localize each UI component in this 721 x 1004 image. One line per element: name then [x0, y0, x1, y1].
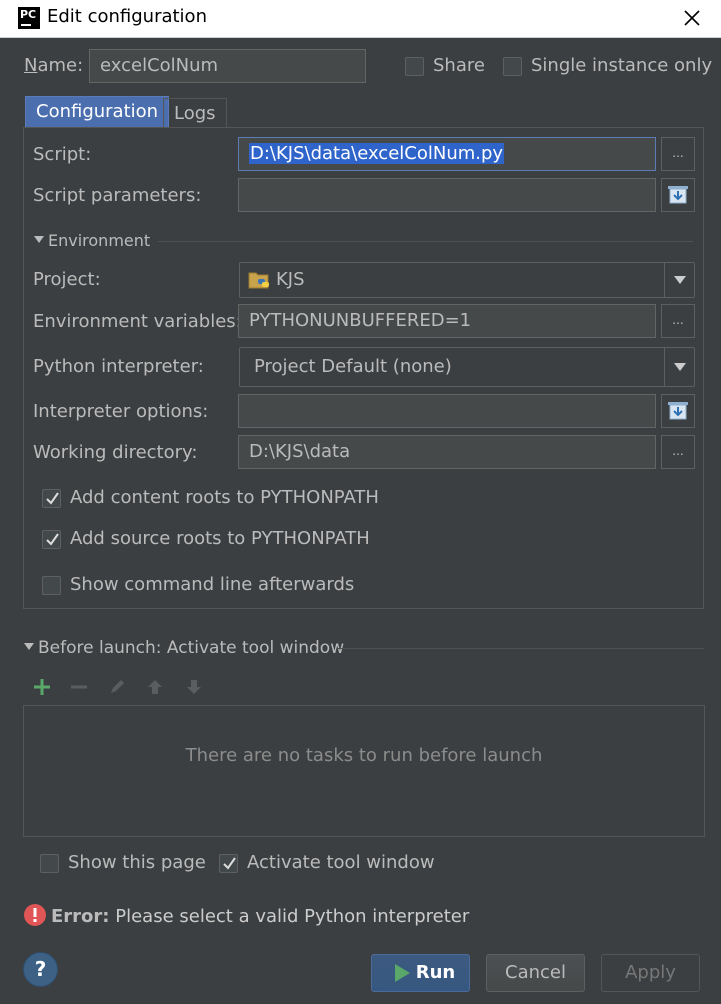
single-instance-checkbox[interactable]: [503, 57, 522, 76]
share-checkbox[interactable]: [405, 57, 424, 76]
python-folder-icon: [248, 272, 269, 289]
project-dropdown-arrow[interactable]: [664, 263, 694, 297]
environment-section-title: Environment: [48, 231, 151, 250]
add-task-icon[interactable]: [31, 676, 53, 698]
script-input[interactable]: D:\KJS\data\excelColNum.py: [238, 137, 656, 171]
project-value: KJS: [276, 269, 305, 290]
add-source-roots-label: Add source roots to PYTHONPATH: [70, 528, 370, 549]
add-content-roots-checkbox[interactable]: [42, 489, 61, 508]
script-label: Script:: [33, 144, 92, 165]
checkmark-icon: [46, 533, 59, 546]
interp-options-expand-button[interactable]: [661, 394, 695, 428]
run-play-icon: [395, 964, 410, 982]
move-up-icon: [144, 676, 166, 698]
share-label: Share: [433, 55, 485, 76]
add-source-roots-checkbox[interactable]: [42, 530, 61, 549]
env-vars-browse-button[interactable]: ...: [661, 304, 695, 338]
before-launch-title: Before launch: Activate tool window: [38, 638, 345, 658]
move-down-icon: [183, 676, 205, 698]
show-page-label: Show this page: [68, 852, 206, 873]
interp-options-label: Interpreter options:: [33, 401, 209, 422]
workdir-input[interactable]: D:\KJS\data: [238, 435, 656, 469]
window-title: Edit configuration: [47, 6, 207, 27]
empty-task-list-text: There are no tasks to run before launch: [185, 745, 543, 766]
workdir-label: Working directory:: [33, 442, 198, 463]
script-params-label: Script parameters:: [33, 185, 202, 206]
chevron-down-icon: [674, 276, 686, 284]
run-button[interactable]: Run: [371, 954, 470, 992]
before-launch-collapse-icon[interactable]: [24, 643, 34, 650]
show-cmdline-checkbox[interactable]: [42, 576, 61, 595]
name-label-rest: ame:: [37, 55, 84, 76]
error-icon: [24, 904, 46, 926]
error-text: Please select a valid Python interpreter: [115, 906, 470, 927]
cancel-button[interactable]: Cancel: [486, 954, 585, 992]
interpreter-dropdown-arrow[interactable]: [664, 348, 694, 386]
interpreter-value: Project Default (none): [254, 356, 452, 377]
edit-task-icon: [106, 676, 128, 698]
interpreter-label: Python interpreter:: [33, 356, 204, 377]
pycharm-app-icon: PC: [18, 7, 40, 29]
activate-tool-label: Activate tool window: [247, 852, 435, 873]
close-icon[interactable]: [680, 6, 704, 30]
env-vars-input[interactable]: PYTHONUNBUFFERED=1: [238, 304, 656, 338]
checkmark-icon: [46, 492, 59, 505]
remove-task-icon: [68, 676, 90, 698]
show-page-checkbox[interactable]: [40, 854, 59, 873]
env-vars-label: Environment variables:: [33, 311, 242, 332]
apply-button[interactable]: Apply: [601, 954, 700, 992]
tab-configuration[interactable]: Configuration: [25, 96, 170, 128]
tab-logs[interactable]: Logs: [163, 98, 227, 128]
app-icon-text: PC: [20, 8, 37, 21]
interpreter-combo[interactable]: Project Default (none): [239, 347, 695, 387]
name-input[interactable]: excelColNum: [89, 49, 366, 83]
help-button[interactable]: ?: [23, 952, 58, 987]
project-combo[interactable]: KJS: [239, 262, 695, 298]
error-message: Error: Please select a valid Python inte…: [51, 906, 469, 927]
chevron-down-icon: [674, 363, 686, 371]
before-launch-task-list[interactable]: [23, 705, 705, 837]
environment-separator: [158, 241, 693, 242]
insert-macro-icon: [668, 402, 688, 420]
project-label: Project:: [33, 269, 101, 290]
title-bar: PC Edit configuration: [0, 0, 721, 38]
show-cmdline-label: Show command line afterwards: [70, 574, 355, 595]
before-launch-separator: [338, 648, 704, 649]
script-browse-button[interactable]: ...: [661, 137, 695, 171]
error-prefix: Error:: [51, 906, 110, 927]
script-params-expand-button[interactable]: [661, 178, 695, 212]
activate-tool-checkbox[interactable]: [219, 854, 238, 873]
help-icon: ?: [34, 957, 47, 981]
name-label: Name:: [24, 55, 84, 76]
environment-collapse-icon[interactable]: [34, 236, 44, 243]
add-content-roots-label: Add content roots to PYTHONPATH: [70, 487, 379, 508]
workdir-browse-button[interactable]: ...: [661, 435, 695, 469]
checkmark-icon: [223, 857, 236, 870]
script-value-selected: D:\KJS\data\excelColNum.py: [249, 143, 505, 164]
interp-options-input[interactable]: [238, 394, 656, 428]
insert-macro-icon: [668, 186, 688, 204]
script-params-input[interactable]: [238, 178, 656, 212]
single-instance-label: Single instance only: [531, 55, 713, 76]
